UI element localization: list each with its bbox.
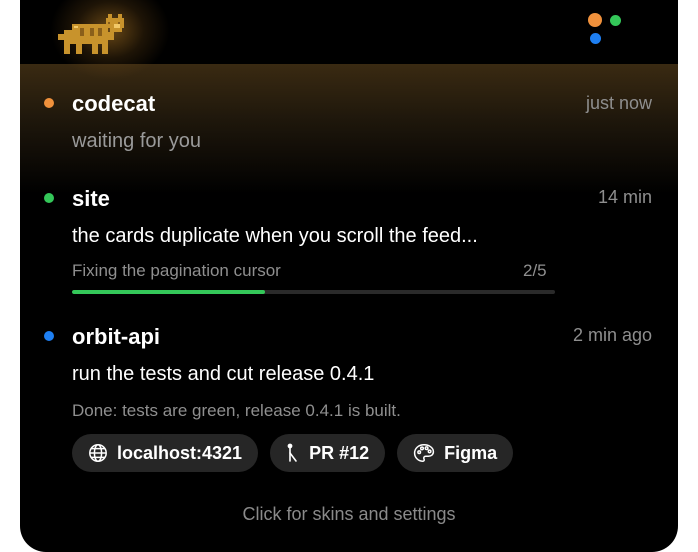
chip-label: localhost:4321 <box>117 442 243 463</box>
orange-dot-icon <box>588 13 602 27</box>
session-result: Done: tests are green, release 0.4.1 is … <box>72 401 401 420</box>
session-name: codecat <box>72 91 156 116</box>
status-dot-icon <box>44 98 54 108</box>
session-time: just now <box>585 93 652 113</box>
window-dots[interactable] <box>588 13 628 49</box>
session-step: 2/5 <box>523 261 547 280</box>
session-message: run the tests and cut release 0.4.1 <box>72 363 375 385</box>
figma-link-button[interactable]: Figma <box>397 434 514 472</box>
session-task: Fixing the pagination cursor <box>72 261 281 280</box>
link-chips: localhost:4321 PR #12 Figma <box>72 434 514 472</box>
chip-label: PR #12 <box>309 442 370 463</box>
pull-request-icon <box>287 443 297 462</box>
session-message: the cards duplicate when you scroll the … <box>72 225 478 247</box>
settings-footer-link[interactable]: Click for skins and settings <box>20 504 678 525</box>
status-dot-icon <box>44 331 54 341</box>
pixel-cat-mascot-icon[interactable] <box>56 12 128 56</box>
progress-bar <box>72 290 555 294</box>
session-message: waiting for you <box>72 130 201 152</box>
session-time: 14 min <box>597 187 652 207</box>
blue-dot-icon <box>590 33 601 44</box>
progress-fill <box>72 290 266 294</box>
status-dot-icon <box>44 193 54 203</box>
green-dot-icon <box>610 15 621 26</box>
globe-icon <box>89 444 107 462</box>
active-session-glow <box>20 64 678 194</box>
session-name: orbit-api <box>72 324 160 349</box>
pull-request-link-button[interactable]: PR #12 <box>270 434 386 472</box>
session-name: site <box>72 186 110 211</box>
chip-label: Figma <box>444 442 498 463</box>
notch-panel: codecat just now waiting for you site 14… <box>20 0 678 552</box>
localhost-link-button[interactable]: localhost:4321 <box>72 434 259 472</box>
session-time: 2 min ago <box>572 325 652 345</box>
palette-icon <box>413 444 435 462</box>
